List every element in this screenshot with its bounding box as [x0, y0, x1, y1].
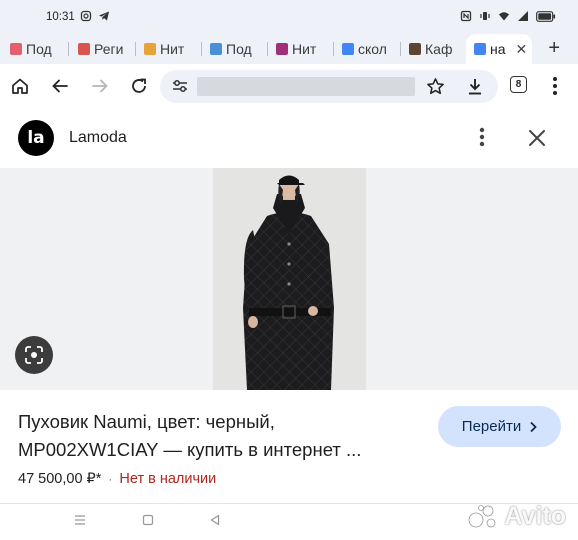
tab-label: Нит: [160, 41, 185, 57]
tab-favicon: [409, 43, 421, 55]
tab-8-active[interactable]: на ✕: [466, 34, 532, 64]
avito-logo-icon: [469, 504, 496, 527]
browser-toolbar: 8: [0, 64, 578, 110]
tab-favicon: [78, 43, 90, 55]
watermark-text: Avito: [504, 502, 566, 530]
tab-5[interactable]: Нит: [276, 34, 328, 64]
arrow-right-icon: [92, 79, 108, 93]
tab-label: Каф: [425, 41, 453, 57]
instagram-icon: [80, 10, 92, 22]
tab-label: Нит: [292, 41, 317, 57]
close-icon[interactable]: [526, 127, 548, 149]
forward-button[interactable]: [88, 74, 112, 98]
product-photo[interactable]: [213, 168, 366, 390]
tab-label: Под: [226, 41, 252, 57]
telegram-icon: [99, 11, 109, 21]
tab-switcher-button[interactable]: 8: [510, 76, 527, 93]
tab-6[interactable]: скол: [342, 34, 394, 64]
tab-7[interactable]: Каф: [409, 34, 461, 64]
tab-favicon: [210, 43, 222, 55]
google-favicon: [474, 43, 486, 55]
download-icon[interactable]: [466, 77, 484, 96]
tab-3[interactable]: Нит: [144, 34, 196, 64]
separator-dot: ·: [108, 472, 113, 486]
title-line-1: Пуховик Naumi, цвет: черный,: [18, 411, 275, 432]
lens-sheet-header: la Lamoda: [0, 112, 578, 168]
tab-strip: Под Реги Нит Под Нит скол Каф на ✕ +: [0, 34, 578, 64]
signal-icon: [518, 11, 528, 21]
new-tab-button[interactable]: +: [548, 37, 560, 60]
go-to-site-button[interactable]: Перейти: [438, 406, 561, 447]
more-menu-icon[interactable]: [552, 76, 558, 96]
lamoda-logo: la: [18, 120, 54, 156]
status-time: 10:31: [46, 11, 75, 23]
lens-icon: [25, 346, 43, 364]
price-line: 47 500,00 ₽* · Нет в наличии: [18, 471, 216, 487]
tab-label: Под: [26, 41, 52, 57]
tab-favicon: [276, 43, 288, 55]
coat-illustration: [213, 168, 366, 390]
title-line-2: MP002XW1CIAY — купить в интернет ...: [18, 439, 362, 460]
price: 47 500,00 ₽*: [18, 471, 102, 487]
close-tab-icon[interactable]: ✕: [516, 41, 528, 58]
tab-label: Реги: [94, 41, 124, 57]
back-button[interactable]: [48, 74, 72, 98]
home-icon: [12, 78, 28, 94]
reload-button[interactable]: [127, 74, 151, 98]
chevron-right-icon: [530, 421, 537, 432]
reload-icon: [132, 78, 146, 93]
vibrate-icon: [480, 12, 490, 20]
address-bar[interactable]: [160, 70, 498, 103]
tab-favicon: [10, 43, 22, 55]
tab-favicon: [342, 43, 354, 55]
star-icon[interactable]: [426, 77, 445, 96]
avito-watermark: Avito: [467, 502, 566, 531]
tab-4[interactable]: Под: [210, 34, 262, 64]
tab-label: скол: [358, 41, 387, 57]
back-triangle-icon[interactable]: [209, 514, 221, 526]
menu-lines-icon[interactable]: [74, 514, 86, 526]
lens-search-button[interactable]: [15, 336, 53, 374]
tab-favicon: [144, 43, 156, 55]
go-button-label: Перейти: [461, 418, 522, 435]
arrow-left-icon: [52, 79, 68, 93]
nfc-icon: [460, 10, 472, 22]
status-bar: 10:31: [0, 0, 578, 34]
tab-2[interactable]: Реги: [78, 34, 130, 64]
site-settings-icon[interactable]: [172, 79, 188, 93]
home-button[interactable]: [8, 74, 32, 98]
product-title-link[interactable]: Пуховик Naumi, цвет: черный, MP002XW1CIA…: [18, 408, 418, 464]
site-name: Lamoda: [69, 129, 127, 146]
url-text-redacted[interactable]: [197, 77, 415, 96]
home-square-icon[interactable]: [142, 514, 154, 526]
product-image-area: [0, 168, 578, 390]
battery-icon: [536, 10, 556, 22]
tab-label: на: [490, 41, 506, 57]
stock-status: Нет в наличии: [119, 471, 217, 487]
more-options-icon[interactable]: [478, 126, 486, 148]
wifi-icon: [499, 12, 509, 21]
tab-1[interactable]: Под: [10, 34, 62, 64]
